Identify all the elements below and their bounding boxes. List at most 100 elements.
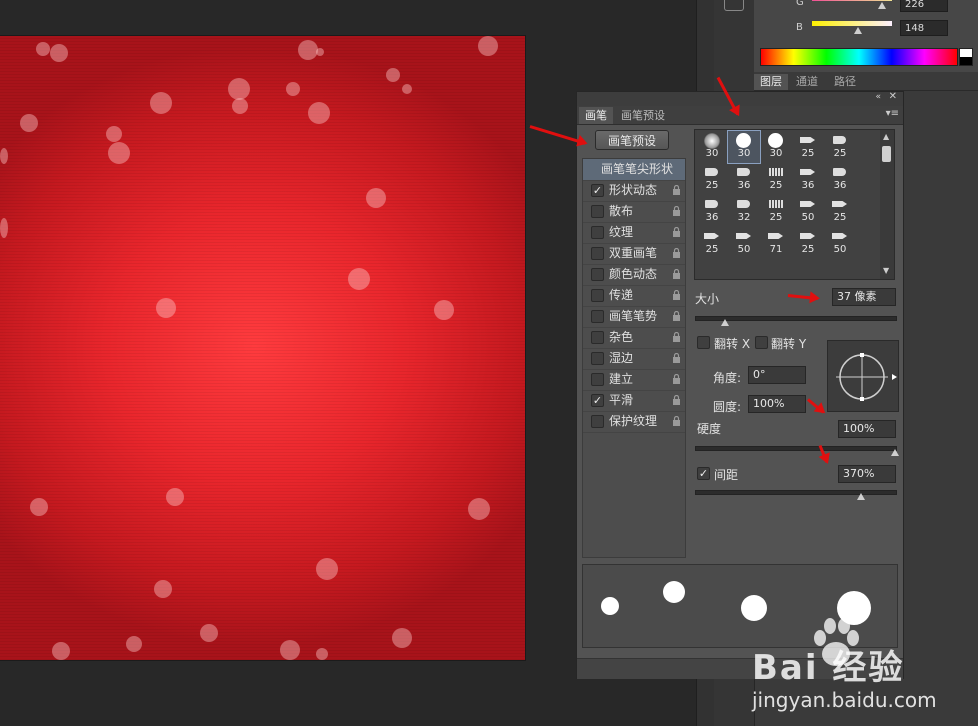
spacing-slider[interactable]: [695, 490, 897, 495]
brush-option-texture[interactable]: 纹理: [583, 222, 685, 244]
tab-channels[interactable]: 通道: [790, 74, 824, 90]
angle-roundness-widget[interactable]: [827, 340, 899, 412]
lock-icon[interactable]: [672, 416, 681, 426]
option-checkbox[interactable]: [591, 289, 604, 302]
brush-tip-icon: [768, 233, 783, 239]
brush-option-transfer[interactable]: 传递: [583, 285, 685, 307]
brush-tip[interactable]: 32: [728, 195, 760, 227]
brush-tip[interactable]: 25: [792, 227, 824, 259]
layers-comp-icon[interactable]: [724, 0, 744, 11]
brush-option-color-dynamics[interactable]: 颜色动态: [583, 264, 685, 286]
tab-layers[interactable]: 图层: [754, 74, 788, 90]
tab-brush-presets[interactable]: 画笔预设: [615, 107, 671, 124]
baidu-jingyan-watermark: Bai 经验 jingyan.baidu.com: [746, 610, 978, 726]
brush-tip[interactable]: 36: [728, 163, 760, 195]
g-value[interactable]: 226: [900, 0, 948, 12]
roundness-field[interactable]: 100%: [748, 395, 806, 413]
brush-option-build-up[interactable]: 建立: [583, 369, 685, 391]
lock-icon[interactable]: [672, 248, 681, 258]
spacing-slider-thumb[interactable]: [857, 493, 865, 500]
lock-icon[interactable]: [672, 206, 681, 216]
brush-option-scattering[interactable]: 散布: [583, 201, 685, 223]
brush-tip[interactable]: 36: [792, 163, 824, 195]
hardness-slider-thumb[interactable]: [891, 449, 899, 456]
brush-option-wet-edges[interactable]: 湿边: [583, 348, 685, 370]
brush-tip-size: 32: [737, 212, 751, 223]
brush-tip-icon: [833, 136, 846, 144]
option-checkbox[interactable]: [591, 268, 604, 281]
brush-tip[interactable]: 25: [760, 195, 792, 227]
color-spectrum[interactable]: [760, 48, 958, 66]
brush-tip[interactable]: 50: [728, 227, 760, 259]
g-label: G: [796, 0, 804, 8]
brush-tip[interactable]: 30: [760, 131, 792, 163]
document-canvas[interactable]: [0, 36, 525, 660]
panel-title-bar[interactable]: « ✕: [577, 91, 903, 106]
size-field[interactable]: 37 像素: [832, 288, 896, 306]
brush-tip[interactable]: 36: [696, 195, 728, 227]
spacing-field[interactable]: 370%: [838, 465, 896, 483]
option-checkbox[interactable]: [591, 415, 604, 428]
brush-option-dual-brush[interactable]: 双重画笔: [583, 243, 685, 265]
flip-x-label: 翻转 X: [714, 337, 751, 351]
lock-icon[interactable]: [672, 227, 681, 237]
panel-menu-icon[interactable]: ▾≡: [886, 108, 899, 119]
option-checkbox[interactable]: [591, 373, 604, 386]
option-checkbox[interactable]: [591, 352, 604, 365]
lock-icon[interactable]: [672, 269, 681, 279]
brush-tip[interactable]: 25: [824, 131, 856, 163]
option-label: 传递: [609, 288, 634, 302]
flip-x-checkbox[interactable]: [697, 336, 710, 349]
hardness-field[interactable]: 100%: [838, 420, 896, 438]
brush-option-tip-shape[interactable]: 画笔笔尖形状: [583, 159, 685, 181]
brush-tip[interactable]: 71: [760, 227, 792, 259]
brush-presets-button[interactable]: 画笔预设: [595, 130, 669, 150]
brush-tip[interactable]: 30: [696, 131, 728, 163]
option-checkbox[interactable]: ✓: [591, 394, 604, 407]
brush-tip-size: 25: [705, 244, 719, 255]
option-checkbox[interactable]: [591, 247, 604, 260]
option-checkbox[interactable]: [591, 310, 604, 323]
brush-tip[interactable]: 25: [760, 163, 792, 195]
option-checkbox[interactable]: [591, 205, 604, 218]
lock-icon[interactable]: [672, 353, 681, 363]
brush-option-shape-dynamics[interactable]: ✓ 形状动态: [583, 180, 685, 202]
b-slider[interactable]: [812, 21, 892, 26]
lock-icon[interactable]: [672, 374, 681, 384]
brush-tip[interactable]: 25: [792, 131, 824, 163]
option-checkbox[interactable]: ✓: [591, 184, 604, 197]
lock-icon[interactable]: [672, 311, 681, 321]
lock-icon[interactable]: [672, 290, 681, 300]
size-slider-thumb[interactable]: [721, 319, 729, 326]
b-slider-thumb[interactable]: [854, 27, 862, 34]
brush-option-noise[interactable]: 杂色: [583, 327, 685, 349]
lock-icon[interactable]: [672, 185, 681, 195]
lock-icon[interactable]: [672, 332, 681, 342]
g-slider[interactable]: [812, 0, 892, 1]
brush-tip[interactable]: 25: [696, 227, 728, 259]
brush-tip[interactable]: 30: [727, 130, 761, 164]
brush-tip[interactable]: 50: [792, 195, 824, 227]
tab-paths[interactable]: 路径: [828, 74, 862, 90]
collapse-icon[interactable]: «: [875, 92, 881, 102]
brush-tip[interactable]: 36: [824, 163, 856, 195]
close-icon[interactable]: ✕: [889, 91, 897, 102]
spacing-checkbox[interactable]: ✓: [697, 467, 710, 480]
tip-grid-scrollbar[interactable]: ▲ ▼: [880, 130, 894, 279]
option-checkbox[interactable]: [591, 331, 604, 344]
tab-brush[interactable]: 画笔: [579, 107, 613, 124]
flip-y-checkbox[interactable]: [755, 336, 768, 349]
spectrum-black-white[interactable]: [959, 48, 973, 66]
brush-option-brush-pose[interactable]: 画笔笔势: [583, 306, 685, 328]
hardness-slider[interactable]: [695, 446, 897, 451]
lock-icon[interactable]: [672, 395, 681, 405]
b-value[interactable]: 148: [900, 20, 948, 36]
brush-tip[interactable]: 25: [824, 195, 856, 227]
brush-tip[interactable]: 50: [824, 227, 856, 259]
brush-option-protect-texture[interactable]: 保护纹理: [583, 411, 685, 433]
angle-field[interactable]: 0°: [748, 366, 806, 384]
brush-tip[interactable]: 25: [696, 163, 728, 195]
option-checkbox[interactable]: [591, 226, 604, 239]
brush-option-smoothing[interactable]: ✓ 平滑: [583, 390, 685, 412]
g-slider-thumb[interactable]: [878, 2, 886, 9]
